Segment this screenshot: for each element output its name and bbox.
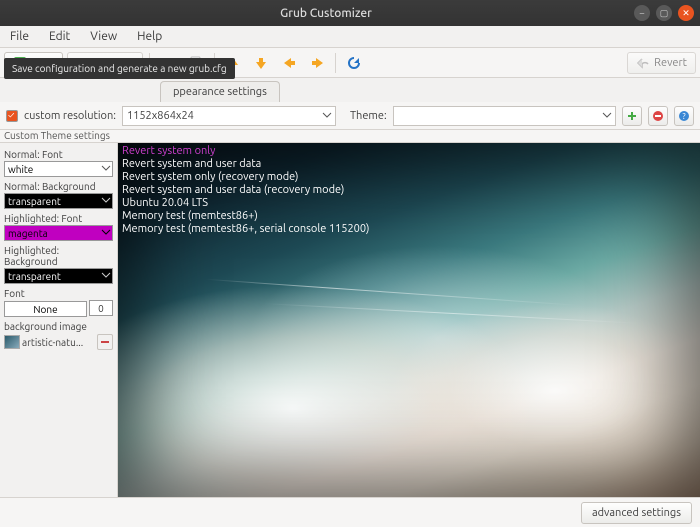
tabbar: ppearance settings xyxy=(0,78,700,102)
caret-down-icon xyxy=(101,270,111,280)
advanced-settings-button[interactable]: advanced settings xyxy=(581,502,692,524)
window-title: Grub Customizer xyxy=(24,7,628,20)
caret-down-icon xyxy=(101,227,111,237)
reload-button[interactable] xyxy=(342,52,366,74)
theme-label: Theme: xyxy=(350,110,387,122)
grub-entry: Revert system only (recovery mode) xyxy=(122,171,370,184)
grub-entry-highlighted: Revert system only xyxy=(122,145,370,158)
arrow-left-icon xyxy=(282,56,296,70)
svg-text:?: ? xyxy=(682,112,685,121)
footer: advanced settings xyxy=(0,497,700,527)
grub-menu-text: Revert system only Revert system and use… xyxy=(122,145,370,236)
theme-help-button[interactable]: ? xyxy=(674,106,694,126)
move-right-button[interactable] xyxy=(305,52,329,74)
save-tooltip: Save configuration and generate a new gr… xyxy=(4,58,235,79)
grub-entry: Revert system and user data (recovery mo… xyxy=(122,184,370,197)
arrow-down-icon xyxy=(254,56,268,70)
window-minimize-button[interactable]: – xyxy=(634,5,650,21)
window-maximize-button[interactable]: ▢ xyxy=(656,5,672,21)
grub-entry: Memory test (memtest86+, serial console … xyxy=(122,223,370,236)
highlighted-bg-label: Highlighted: Background xyxy=(4,245,113,267)
menubar: File Edit View Help xyxy=(0,26,700,48)
custom-resolution-label: custom resolution: xyxy=(24,110,116,122)
menu-view[interactable]: View xyxy=(86,28,121,45)
plus-icon xyxy=(626,110,638,122)
resolution-row: custom resolution: 1152x864x24 Theme: ? xyxy=(0,102,700,130)
tab-appearance[interactable]: ppearance settings xyxy=(160,81,280,102)
normal-bg-label: Normal: Background xyxy=(4,181,113,192)
normal-bg-select[interactable]: transparent xyxy=(4,193,113,209)
menu-edit[interactable]: Edit xyxy=(45,28,74,45)
move-down-button[interactable] xyxy=(249,52,273,74)
stop-icon xyxy=(652,110,664,122)
background-remove-button[interactable] xyxy=(97,334,113,350)
menu-file[interactable]: File xyxy=(6,28,33,45)
highlighted-font-label: Highlighted: Font xyxy=(4,213,113,224)
menu-help[interactable]: Help xyxy=(133,28,166,45)
grub-entry: Ubuntu 20.04 LTS xyxy=(122,197,370,210)
grub-entry: Memory test (memtest86+) xyxy=(122,210,370,223)
help-icon: ? xyxy=(678,110,690,122)
grub-entry: Revert system and user data xyxy=(122,158,370,171)
minus-icon xyxy=(100,337,110,347)
custom-theme-section-label: Custom Theme settings xyxy=(4,128,110,143)
normal-font-label: Normal: Font xyxy=(4,149,113,160)
highlighted-bg-select[interactable]: transparent xyxy=(4,268,113,284)
theme-remove-button[interactable] xyxy=(648,106,668,126)
normal-font-select[interactable]: white xyxy=(4,161,113,177)
arrow-right-icon xyxy=(310,56,324,70)
caret-down-icon xyxy=(602,110,612,120)
theme-sidebar: Normal: Font white Normal: Background tr… xyxy=(0,143,118,497)
font-name-select[interactable]: None xyxy=(4,301,87,317)
theme-combo[interactable] xyxy=(393,106,616,126)
main-area: Normal: Font white Normal: Background tr… xyxy=(0,143,700,497)
resolution-combo[interactable]: 1152x864x24 xyxy=(122,106,336,126)
custom-resolution-checkbox[interactable] xyxy=(6,110,18,122)
resolution-value: 1152x864x24 xyxy=(127,110,194,122)
caret-down-icon xyxy=(322,110,332,120)
revert-button[interactable]: Revert xyxy=(627,52,696,74)
background-image-label: background image xyxy=(4,321,113,332)
caret-down-icon xyxy=(101,163,111,173)
revert-icon xyxy=(636,56,650,70)
font-label: Font xyxy=(4,288,113,299)
background-thumbnail[interactable] xyxy=(4,335,20,349)
theme-add-button[interactable] xyxy=(622,106,642,126)
highlighted-font-select[interactable]: magenta xyxy=(4,225,113,241)
revert-label: Revert xyxy=(654,57,687,69)
reload-icon xyxy=(346,55,362,71)
font-size-value[interactable]: 0 xyxy=(89,300,113,316)
background-filename: artistic-natu... xyxy=(22,337,95,348)
caret-down-icon xyxy=(101,195,111,205)
move-left-button[interactable] xyxy=(277,52,301,74)
window-close-button[interactable]: ✕ xyxy=(678,5,694,21)
titlebar: Grub Customizer – ▢ ✕ xyxy=(0,0,700,26)
grub-preview: Revert system only Revert system and use… xyxy=(118,143,700,497)
